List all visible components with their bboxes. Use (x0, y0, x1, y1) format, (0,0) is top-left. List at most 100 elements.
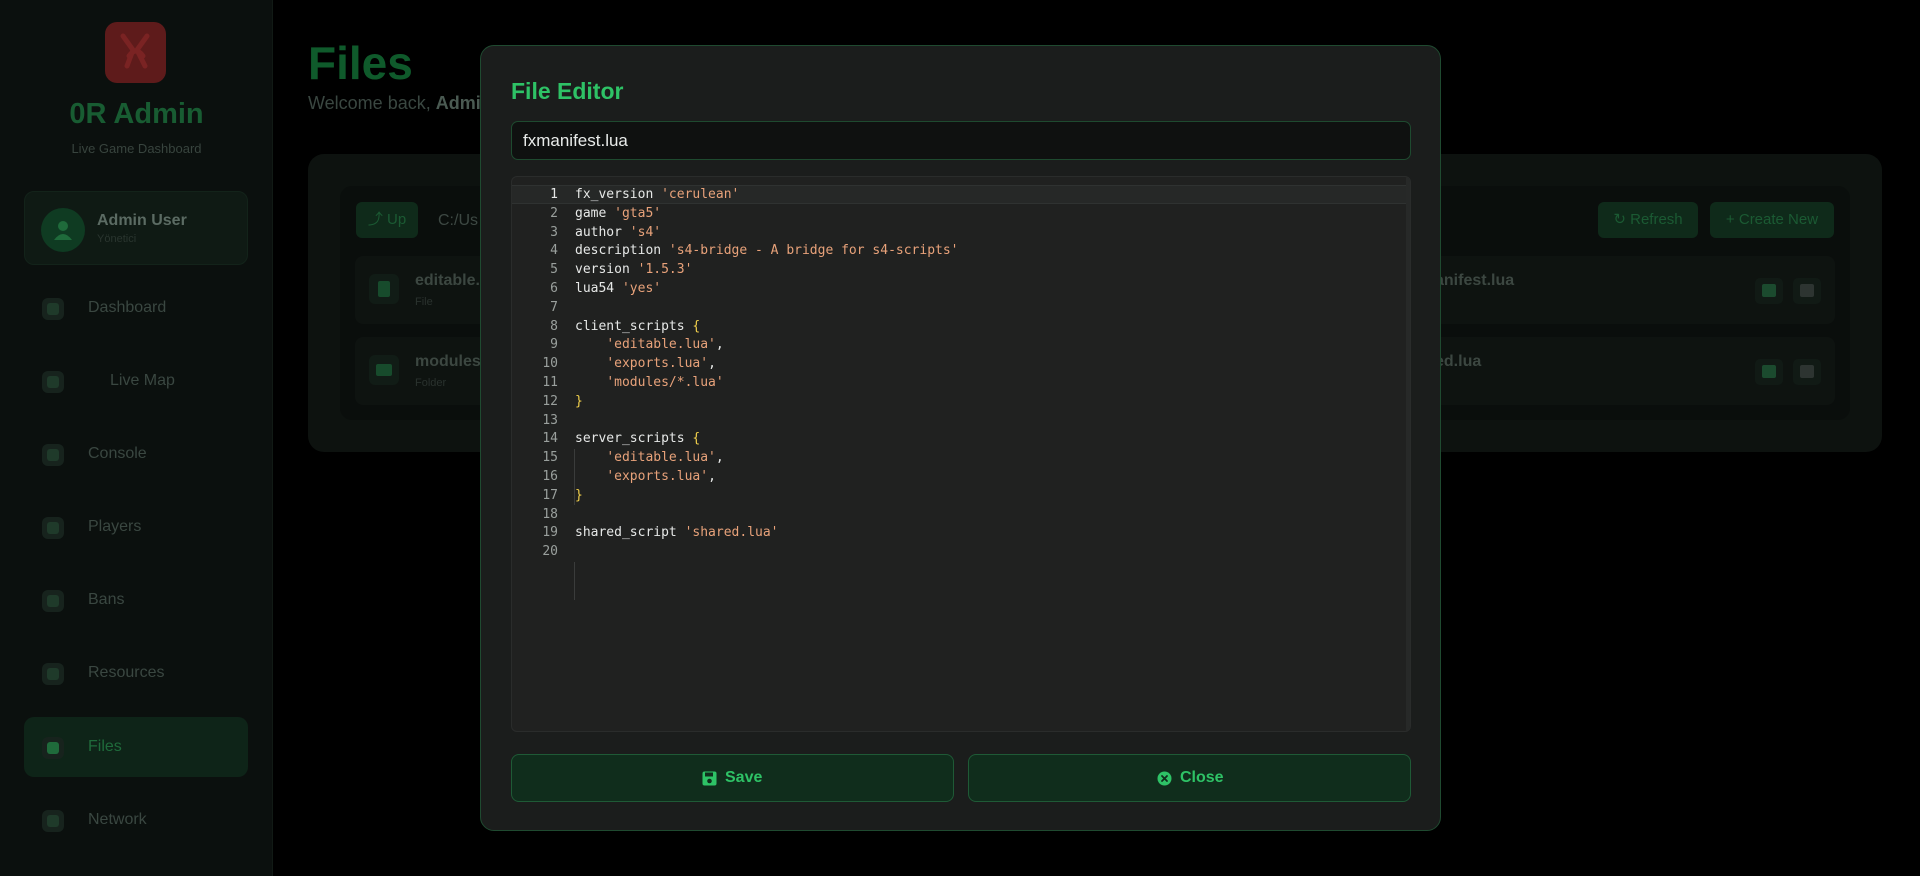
line-number: 9 (550, 337, 558, 353)
users-icon (42, 517, 64, 539)
sidebar-item-live-map[interactable]: Live Map (24, 351, 248, 411)
refresh-button[interactable]: ↻ Refresh (1598, 202, 1698, 238)
open-folder-button[interactable] (1755, 359, 1783, 385)
code-line: fx_version 'cerulean' (575, 187, 740, 202)
sidebar-item-files[interactable]: Files (24, 717, 248, 777)
code-line: 'exports.lua', (606, 468, 716, 484)
sidebar-item-dashboard[interactable]: Dashboard (24, 278, 248, 338)
line-number: 20 (542, 544, 558, 560)
file-editor-modal: File Editor fxmanifest.lua 1 2 3 4 5 6 7 8 9 10 11… (480, 45, 1441, 831)
line-number: 18 (542, 506, 558, 522)
ban-icon (42, 590, 64, 612)
file-name: editable. (415, 272, 480, 289)
delete-button[interactable] (1793, 278, 1821, 304)
map-icon (42, 371, 64, 393)
file-name: anifest.lua (1435, 272, 1515, 289)
welcome-text: Welcome back, Admi (308, 93, 481, 114)
code-line: 'modules/*.lua' (606, 374, 724, 390)
welcome-name: Admi (435, 93, 481, 113)
line-number: 4 (550, 243, 558, 259)
folder-open-icon (1762, 284, 1776, 297)
line-number: 7 (550, 299, 558, 315)
sidebar: 0R Admin Live Game Dashboard Admin User … (0, 0, 273, 876)
folder-icon (369, 355, 399, 385)
sidebar-item-network[interactable]: Network (24, 790, 248, 850)
terminal-icon (42, 444, 64, 466)
cubes-icon (42, 663, 64, 685)
code-line: game 'gta5' (575, 205, 662, 221)
app: 0R Admin Live Game Dashboard Admin User … (0, 0, 1920, 876)
save-label: Save (725, 769, 763, 786)
trash-icon (1800, 365, 1814, 378)
welcome-prefix: Welcome back, (308, 93, 436, 113)
delete-button[interactable] (1793, 359, 1821, 385)
code-line: version '1.5.3' (575, 262, 693, 278)
sidebar-item-label: Players (88, 518, 142, 535)
line-number: 12 (542, 393, 558, 409)
code-line: description 's4-bridge - A bridge for s4… (575, 243, 959, 259)
line-number: 14 (542, 431, 558, 447)
user-name: Admin User (97, 212, 187, 229)
trash-icon (1800, 284, 1814, 297)
network-icon (42, 810, 64, 832)
open-folder-button[interactable] (1755, 278, 1783, 304)
line-number: 17 (542, 487, 558, 503)
line-number: 15 (542, 450, 558, 466)
dashboard-icon (42, 298, 64, 320)
sidebar-item-label: Live Map (110, 372, 175, 389)
filename-field[interactable]: fxmanifest.lua (511, 121, 1411, 160)
up-label: Up (386, 211, 407, 228)
line-number: 3 (550, 224, 558, 240)
sidebar-item-label: Files (88, 738, 122, 755)
sidebar-item-players[interactable]: Players (24, 497, 248, 557)
page-title: Files (308, 37, 413, 89)
user-card[interactable]: Admin User Yönetici (24, 191, 248, 265)
file-icon (369, 274, 399, 304)
line-number: 11 (542, 374, 558, 390)
close-button[interactable]: Close (968, 754, 1411, 802)
close-icon (1157, 771, 1172, 786)
brand-subtitle: Live Game Dashboard (71, 141, 202, 156)
line-number: 1 (550, 187, 558, 202)
brand-name: 0R Admin (69, 98, 204, 130)
line-number: 10 (542, 356, 558, 372)
sidebar-item-label: Bans (88, 591, 125, 608)
line-number: 16 (542, 468, 558, 484)
line-number: 19 (542, 525, 558, 541)
create-new-button[interactable]: + Create New (1710, 202, 1834, 238)
line-number: 8 (550, 318, 558, 334)
scrollbar[interactable] (1406, 177, 1410, 731)
sidebar-item-label: Console (88, 445, 147, 462)
save-button[interactable]: Save (511, 754, 954, 802)
sidebar-item-resources[interactable]: Resources (24, 643, 248, 703)
file-name: modules (415, 353, 481, 370)
avatar (41, 208, 85, 252)
line-number: 6 (550, 280, 558, 296)
sidebar-item-label: Dashboard (88, 299, 167, 316)
code-line: author 's4' (575, 224, 662, 240)
code-line: 'editable.lua', (606, 337, 724, 353)
up-button[interactable]: ⤴ Up (356, 202, 418, 238)
code-line: } (575, 487, 583, 503)
indent-guide (574, 562, 575, 600)
line-number: 5 (550, 262, 558, 278)
sidebar-item-label: Resources (88, 664, 165, 681)
sidebar-item-console[interactable]: Console (24, 424, 248, 484)
user-icon (54, 221, 72, 240)
modal-title: File Editor (511, 78, 624, 104)
code-line: server_scripts { (575, 431, 701, 447)
file-type: File (415, 296, 433, 308)
code-content[interactable]: fx_version 'cerulean' game 'gta5' author '… (575, 186, 959, 562)
brand-logo (105, 22, 166, 83)
save-icon (702, 771, 717, 786)
code-editor[interactable]: 1 2 3 4 5 6 7 8 9 10 11 12 13 14 15 16 17 18 19 20 fx_versi… (511, 176, 1411, 732)
sidebar-item-bans[interactable]: Bans (24, 570, 248, 630)
file-name: ed.lua (1435, 353, 1482, 370)
refresh-label: Refresh (1630, 211, 1683, 228)
folder-open-icon (42, 737, 64, 759)
code-line: 'exports.lua', (606, 356, 716, 372)
sidebar-item-label: Network (88, 811, 147, 828)
